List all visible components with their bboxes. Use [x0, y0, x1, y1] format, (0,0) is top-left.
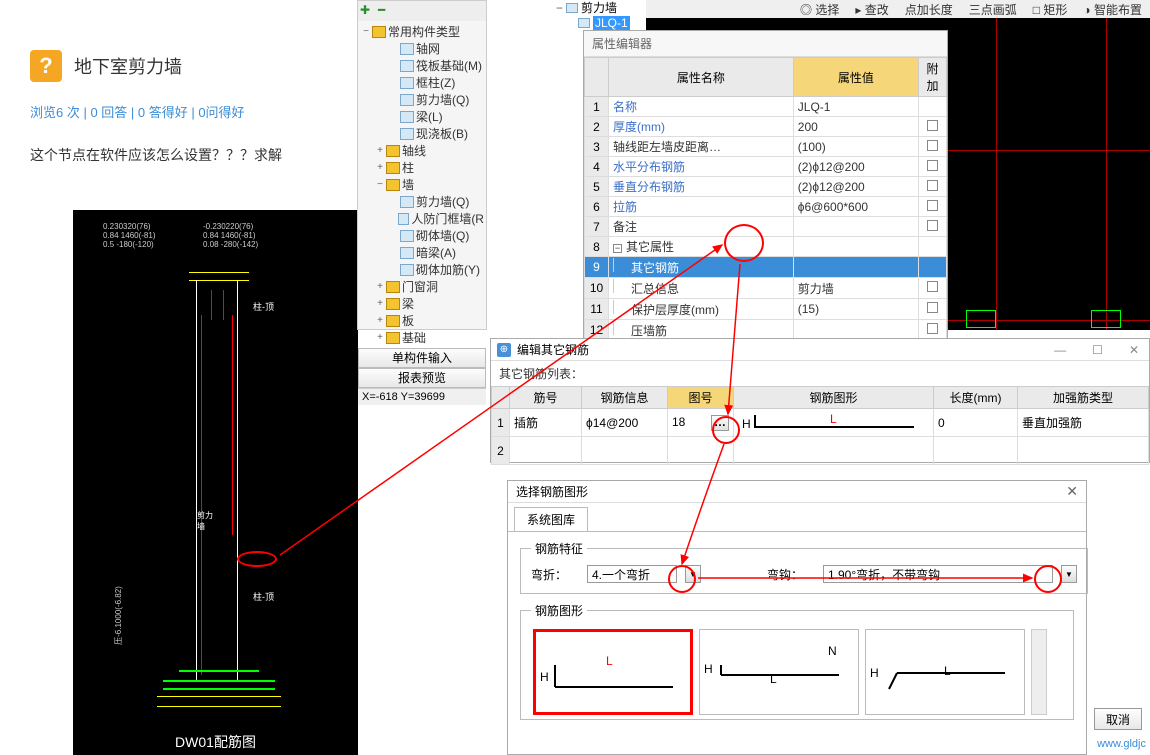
cad-drawing-panel: 0.230320(76)0.84 1460(-81)0.5 -180(-120)…	[73, 210, 358, 755]
bend-label: 弯折：	[531, 566, 579, 583]
tree-item[interactable]: +柱	[360, 159, 484, 176]
wall-instance-tree[interactable]: −剪力墙 JLQ-1	[556, 0, 646, 30]
toolbar-select[interactable]: ◎ 选择	[800, 1, 839, 18]
toolbar-smart[interactable]: ◑ 智能布置	[1083, 1, 1142, 18]
close-icon[interactable]: ✕	[1066, 483, 1078, 500]
property-editor-title: 属性编辑器	[584, 31, 947, 57]
tree-item[interactable]: 剪力墙(Q)	[360, 193, 484, 210]
rebar-row-1[interactable]: 1 插筋 ϕ14@200 18… H L 0 垂直加强筋	[492, 409, 1149, 437]
rebar-row-2[interactable]: 2	[492, 437, 1149, 465]
tree-item[interactable]: −墙	[360, 176, 484, 193]
tree-item[interactable]: 砌体墙(Q)	[360, 227, 484, 244]
toolbar-rect[interactable]: □ 矩形	[1033, 1, 1068, 18]
rebar-list-label: 其它钢筋列表：	[491, 361, 1149, 386]
close-button[interactable]: ✕	[1125, 343, 1143, 357]
tree-content[interactable]: − 常用构件类型 轴网筏板基础(M)框柱(Z)剪力墙(Q)梁(L)现浇板(B)+…	[358, 21, 486, 348]
select-rebar-shape-dialog: 选择钢筋图形 ✕ 系统图库 钢筋特征 弯折： ▼ 弯钩： ▼ 钢筋图形 H L	[507, 480, 1087, 755]
forum-question: 这个节点在软件应该怎么设置？？？求解	[30, 145, 350, 165]
tree-item[interactable]: 梁(L)	[360, 108, 484, 125]
maximize-button[interactable]: ☐	[1088, 343, 1107, 357]
toolbar-modify[interactable]: ▸ 查改	[855, 1, 888, 18]
shape-option-1[interactable]: H L	[533, 629, 693, 715]
cancel-button[interactable]: 取消	[1094, 708, 1142, 730]
tree-item[interactable]: +轴线	[360, 142, 484, 159]
shape-option-2[interactable]: H L N	[699, 629, 859, 715]
coordinate-bar: X=-618 Y=39699	[358, 388, 486, 405]
rebar-feature-group: 钢筋特征 弯折： ▼ 弯钩： ▼	[520, 540, 1088, 594]
component-tree-panel: ✚ ━ − 常用构件类型 轴网筏板基础(M)框柱(Z)剪力墙(Q)梁(L)现浇板…	[357, 0, 487, 330]
property-row[interactable]: 2厚度(mm)200	[585, 117, 947, 137]
figure-browse-button[interactable]: …	[711, 415, 729, 431]
tree-item[interactable]: +门窗洞	[360, 278, 484, 295]
shape-dialog-title: 选择钢筋图形	[516, 483, 588, 500]
tree-item[interactable]: 筏板基础(M)	[360, 57, 484, 74]
property-row[interactable]: 5垂直分布钢筋(2)ϕ12@200	[585, 177, 947, 197]
property-row[interactable]: 4水平分布钢筋(2)ϕ12@200	[585, 157, 947, 177]
hook-label: 弯钩：	[767, 566, 815, 583]
property-row[interactable]: 1名称JLQ-1	[585, 97, 947, 117]
dialog-titlebar: ⊕ 编辑其它钢筋 — ☐ ✕	[491, 339, 1149, 361]
rebar-table[interactable]: 筋号 钢筋信息 图号 钢筋图形 长度(mm) 加强筋类型 1 插筋 ϕ14@20…	[491, 386, 1149, 465]
forum-stats[interactable]: 浏览6 次 | 0 回答 | 0 答得好 | 0问得好	[30, 102, 350, 121]
forum-title: 地下室剪力墙	[74, 53, 182, 79]
shape-option-3[interactable]: H L	[865, 629, 1025, 715]
tree-item[interactable]: 暗梁(A)	[360, 244, 484, 261]
property-row[interactable]: 9其它钢筋	[585, 257, 947, 278]
bend-select[interactable]	[587, 565, 677, 583]
property-row[interactable]: 6拉筋ϕ6@600*600	[585, 197, 947, 217]
property-row[interactable]: 8−其它属性	[585, 237, 947, 257]
property-table[interactable]: 属性名称 属性值 附加 1名称JLQ-12厚度(mm)2003轴线距左墙皮距离……	[584, 57, 947, 362]
tree-item[interactable]: 框柱(Z)	[360, 74, 484, 91]
tree-selected-item[interactable]: JLQ-1	[593, 16, 630, 30]
system-library-tab[interactable]: 系统图库	[514, 507, 588, 531]
rebar-shape-group: 钢筋图形 H L H L N H L	[520, 602, 1074, 720]
figure-number-header[interactable]: 图号	[668, 387, 734, 409]
edit-other-rebar-dialog: ⊕ 编辑其它钢筋 — ☐ ✕ 其它钢筋列表： 筋号 钢筋信息 图号 钢筋图形 长…	[490, 338, 1150, 463]
tree-item[interactable]: +板	[360, 312, 484, 329]
tree-item[interactable]: 轴网	[360, 40, 484, 57]
tree-item[interactable]: +基础	[360, 329, 484, 346]
tree-root[interactable]: − 常用构件类型	[360, 23, 484, 40]
tree-toolbar: ✚ ━	[358, 1, 486, 21]
shape-dialog-titlebar: 选择钢筋图形 ✕	[508, 481, 1086, 503]
plus-icon[interactable]: ✚	[360, 3, 376, 19]
dialog-title: 编辑其它钢筋	[517, 341, 589, 358]
tree-item[interactable]: 砌体加筋(Y)	[360, 261, 484, 278]
single-component-input-button[interactable]: 单构件输入	[358, 348, 486, 368]
report-preview-button[interactable]: 报表预览	[358, 368, 486, 388]
watermark-url: www.gldjc	[1097, 738, 1146, 750]
minimize-button[interactable]: —	[1050, 343, 1070, 357]
property-row[interactable]: 10汇总信息剪力墙	[585, 278, 947, 299]
forum-post: ? 地下室剪力墙 浏览6 次 | 0 回答 | 0 答得好 | 0问得好 这个节…	[30, 50, 350, 183]
question-icon: ?	[30, 50, 62, 82]
minus-icon[interactable]: ━	[378, 3, 394, 19]
tree-item[interactable]: +梁	[360, 295, 484, 312]
hook-select[interactable]	[823, 565, 1053, 583]
col-extra: 附加	[919, 58, 947, 97]
dialog-icon: ⊕	[497, 343, 511, 357]
tree-item[interactable]: 剪力墙(Q)	[360, 91, 484, 108]
hook-dropdown-button[interactable]: ▼	[1061, 565, 1077, 583]
tree-item[interactable]: 人防门框墙(R	[360, 210, 484, 227]
tree-item[interactable]: 现浇板(B)	[360, 125, 484, 142]
bend-dropdown-button[interactable]: ▼	[685, 565, 701, 583]
toolbar-arc[interactable]: 三点画弧	[969, 1, 1017, 18]
toolbar-point-len[interactable]: 点加长度	[905, 1, 953, 18]
property-row[interactable]: 11保护层厚度(mm)(15)	[585, 299, 947, 320]
property-row[interactable]: 3轴线距左墙皮距离…(100)	[585, 137, 947, 157]
shape-scrollbar[interactable]	[1031, 629, 1047, 715]
property-row[interactable]: 7备注	[585, 217, 947, 237]
col-value: 属性值	[793, 58, 918, 97]
col-name: 属性名称	[609, 58, 794, 97]
property-editor: 属性编辑器 属性名称 属性值 附加 1名称JLQ-12厚度(mm)2003轴线距…	[583, 30, 948, 363]
cad-toolbar: ◎ 选择 ▸ 查改 点加长度 三点画弧 □ 矩形 ◑ 智能布置	[646, 0, 1150, 18]
cad-drawing-label: DW01配筋图	[175, 732, 256, 752]
